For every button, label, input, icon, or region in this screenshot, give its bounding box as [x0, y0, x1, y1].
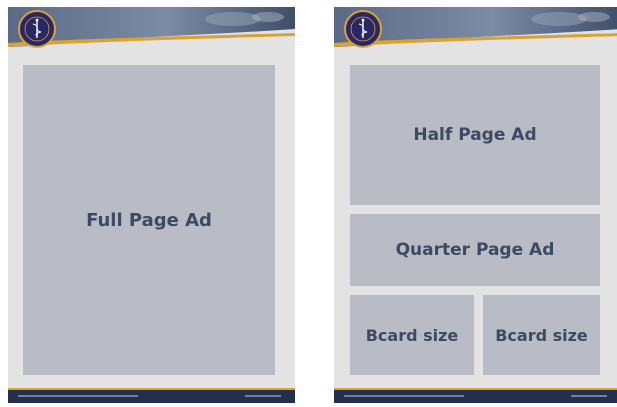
full-page-layout: Full Page Ad — [8, 7, 295, 403]
footer-bar — [334, 388, 617, 403]
quarter-page-ad-block: Quarter Page Ad — [350, 214, 600, 286]
footer-url-placeholder — [245, 395, 281, 397]
footer-bar — [8, 388, 295, 403]
bcard-ad-block-right: Bcard size — [483, 295, 600, 375]
half-page-ad-label: Half Page Ad — [413, 125, 537, 145]
quarter-page-ad-label: Quarter Page Ad — [395, 240, 555, 260]
bcard-ad-label-right: Bcard size — [495, 325, 588, 345]
full-page-ad-block: Full Page Ad — [23, 65, 275, 375]
half-page-ad-block: Half Page Ad — [350, 65, 600, 205]
footer-text-placeholder — [344, 395, 464, 397]
bcard-ad-block-left: Bcard size — [350, 295, 474, 375]
bcard-ad-label-left: Bcard size — [365, 325, 459, 345]
caduceus-emblem-icon — [18, 10, 56, 48]
split-page-layout: Half Page Ad Quarter Page Ad Bcard size … — [334, 7, 617, 403]
full-page-ad-label: Full Page Ad — [86, 209, 212, 231]
footer-text-placeholder — [18, 395, 138, 397]
footer-url-placeholder — [571, 395, 607, 397]
caduceus-emblem-icon — [344, 10, 382, 48]
